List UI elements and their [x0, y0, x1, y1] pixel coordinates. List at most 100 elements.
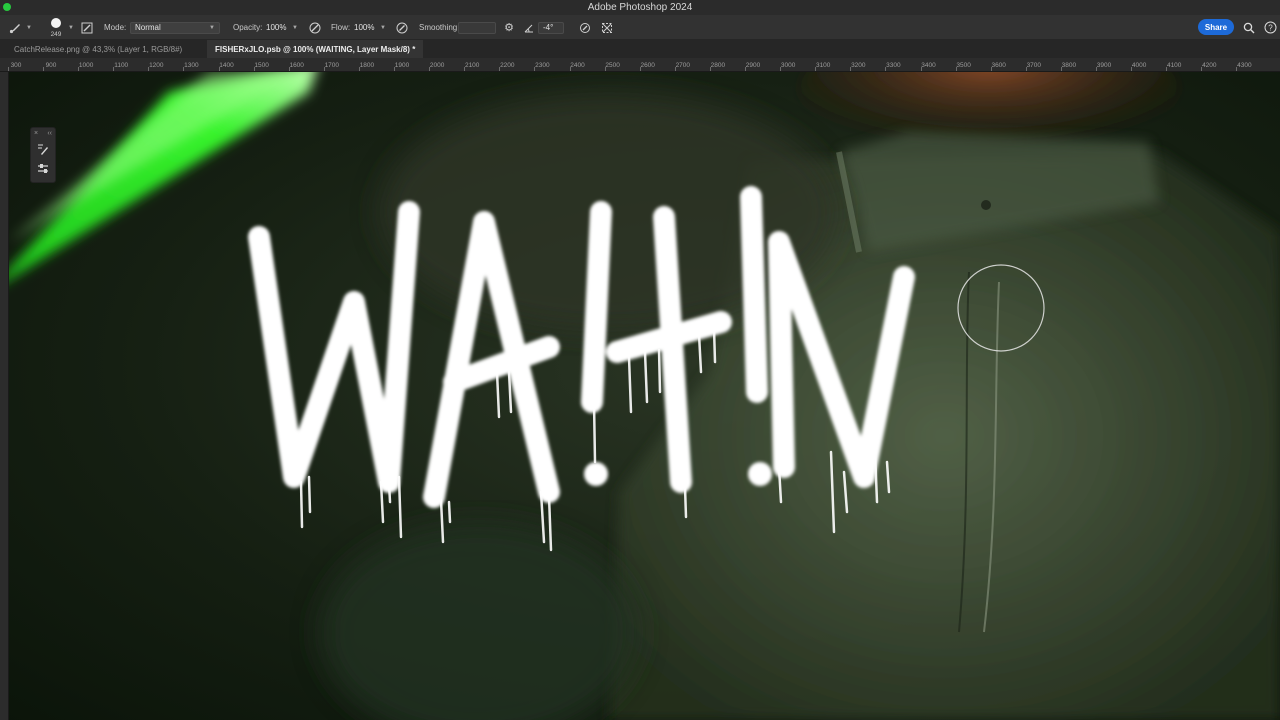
- ruler-tick-label: 3600: [991, 62, 1006, 69]
- ruler-tick-label: 3800: [1061, 62, 1077, 69]
- ruler-tick-label: 1900: [394, 62, 410, 69]
- ruler-tick-label: 2600: [640, 62, 655, 69]
- flow-label: Flow:: [331, 23, 351, 32]
- ruler-tick: [990, 67, 992, 71]
- ruler-tick: [1201, 67, 1203, 71]
- pressure-opacity-icon[interactable]: [308, 15, 322, 40]
- ruler-tick: [288, 67, 290, 71]
- ruler-tick: [499, 67, 501, 71]
- ruler-tick-label: 3700: [1026, 62, 1042, 69]
- ruler-tick: [1236, 67, 1238, 71]
- floating-tool-panel: × ‹‹: [30, 127, 56, 183]
- ruler-tick-label: 1100: [114, 62, 129, 69]
- ruler-tick: [218, 67, 220, 71]
- ruler-tick-label: 3500: [956, 62, 971, 69]
- airbrush-icon[interactable]: [395, 15, 409, 40]
- ruler-tick-label: 3200: [851, 62, 866, 69]
- ruler-tick-label: 2100: [464, 62, 480, 69]
- horizontal-ruler[interactable]: 300 900 1000 1100 1200 1300 1400 1500 1600 1700 18…: [0, 58, 1280, 72]
- ruler-tick: [709, 67, 711, 71]
- brush-size-value: 249: [50, 31, 62, 38]
- brush-preset-icon[interactable]: [51, 18, 61, 28]
- ruler-tick: [850, 67, 852, 71]
- options-bar: ▼ 249 ▼ Mode: Normal ▼ Opacity: 100% ▼ F…: [0, 15, 1280, 40]
- opacity-value: 100%: [266, 23, 287, 32]
- ruler-tick-label: 2500: [605, 62, 620, 69]
- angle-field[interactable]: -4°: [538, 21, 564, 34]
- ruler-tick: [745, 67, 746, 71]
- opacity-field[interactable]: 100% ▼: [264, 22, 300, 34]
- document-canvas[interactable]: [9, 72, 1280, 720]
- brush-settings-toggle-icon[interactable]: [80, 15, 94, 40]
- ruler-tick-label: 4100: [1166, 62, 1182, 69]
- ruler-tick-label: 1000: [78, 62, 94, 69]
- ruler-tick: [534, 67, 536, 71]
- ruler-tick-label: 4300: [1237, 62, 1252, 69]
- mode-select[interactable]: Normal ▼: [130, 21, 220, 34]
- ruler-tick-label: 2400: [570, 62, 585, 69]
- close-icon[interactable]: ×: [34, 130, 38, 137]
- tab-catchrelease[interactable]: CatchRelease.png @ 43,3% (Layer 1, RGB/8…: [6, 40, 191, 58]
- share-button[interactable]: Share: [1198, 19, 1234, 35]
- symmetry-icon[interactable]: [600, 15, 614, 40]
- ruler-tick: [1060, 67, 1062, 71]
- ruler-tick: [253, 67, 255, 71]
- flow-field[interactable]: 100% ▼: [352, 22, 388, 34]
- brush-tool-icon[interactable]: ▼: [8, 15, 32, 40]
- flow-value: 100%: [354, 23, 375, 32]
- ruler-tick-label: 2700: [675, 62, 691, 69]
- ruler-tick: [8, 67, 9, 71]
- angle-icon: [522, 15, 536, 40]
- pressure-size-icon[interactable]: [578, 15, 592, 40]
- ruler-tick: [43, 67, 44, 71]
- ruler-tick-label: 3100: [815, 62, 831, 69]
- ruler-tick: [78, 67, 80, 71]
- ruler-tick: [604, 67, 606, 71]
- ruler-tick-label: 2300: [535, 62, 550, 69]
- ruler-tick: [780, 67, 782, 71]
- smoothing-label: Smoothing:: [419, 23, 460, 32]
- smoothing-gear-icon[interactable]: ⚙: [502, 15, 516, 40]
- ruler-tick-label: 1400: [219, 62, 234, 69]
- ruler-tick: [955, 67, 957, 71]
- ruler-tick: [183, 67, 185, 71]
- tab-fisherxjlo[interactable]: FISHERxJLO.psb @ 100% (WAITING, Layer Ma…: [207, 40, 424, 58]
- ruler-tick-label: 1700: [324, 62, 340, 69]
- collapse-icon[interactable]: ‹‹: [47, 130, 52, 137]
- ruler-tick-label: 4200: [1202, 62, 1217, 69]
- brush-preset-caret[interactable]: ▼: [65, 15, 74, 40]
- canvas-artwork: [9, 72, 1280, 720]
- ruler-tick-label: 3400: [921, 62, 936, 69]
- ruler-tick-label: 1500: [254, 62, 269, 69]
- title-bar: Adobe Photoshop 2024: [0, 0, 1280, 15]
- ruler-tick-label: 1200: [149, 62, 164, 69]
- search-icon[interactable]: [1242, 15, 1256, 40]
- ruler-tick: [1166, 67, 1168, 71]
- ruler-tick: [920, 67, 922, 71]
- ruler-tick: [429, 67, 431, 71]
- smoothing-field[interactable]: [458, 21, 496, 34]
- ruler-tick: [1025, 67, 1027, 71]
- brush-adjust-icon[interactable]: [34, 160, 52, 178]
- ruler-tick: [464, 67, 466, 71]
- ruler-tick: [323, 67, 325, 71]
- ruler-tick: [569, 67, 571, 71]
- ruler-tick-label: 2900: [745, 62, 761, 69]
- help-icon[interactable]: ?: [1263, 15, 1277, 40]
- ruler-tick: [815, 67, 817, 71]
- ruler-tick-label: 1300: [184, 62, 199, 69]
- panel-header: × ‹‹: [31, 128, 55, 138]
- document-tab-bar: CatchRelease.png @ 43,3% (Layer 1, RGB/8…: [0, 40, 1280, 58]
- vertical-ruler[interactable]: [0, 72, 9, 720]
- mode-label: Mode:: [104, 23, 127, 32]
- ruler-tick-label: 1600: [289, 62, 304, 69]
- ruler-tick: [885, 67, 887, 71]
- ruler-tick: [394, 67, 395, 71]
- ruler-tick-label: 2800: [710, 62, 726, 69]
- ruler-tick: [1131, 67, 1133, 71]
- ruler-tick-label: 3300: [886, 62, 901, 69]
- ruler-tick-label: 2000: [429, 62, 445, 69]
- opacity-label: Opacity:: [233, 23, 263, 32]
- ruler-tick-label: 300: [10, 62, 22, 69]
- brush-preset-icon[interactable]: [34, 140, 52, 158]
